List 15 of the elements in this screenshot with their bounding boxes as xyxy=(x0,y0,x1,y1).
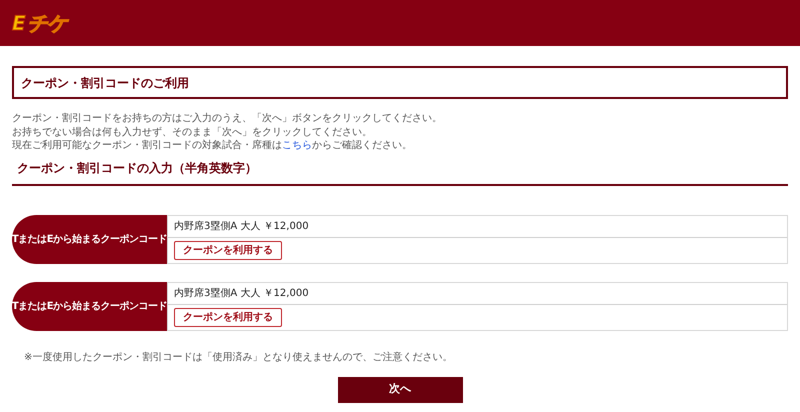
coupon-label: TまたはEから始まるクーポンコード xyxy=(12,214,167,264)
logo[interactable]: Eチケ xyxy=(12,13,68,33)
use-coupon-button[interactable]: クーポンを利用する xyxy=(174,240,282,260)
section-heading: クーポン・割引コードの入力（半角英数字） xyxy=(12,158,788,186)
ticket-info: 内野席3塁側A 大人 ￥12,000 xyxy=(174,220,309,234)
next-button[interactable]: 次へ xyxy=(338,376,462,402)
instruction-text: 現在ご利用可能なクーポン・割引コードの対象試合・席種はこちらからご確認ください。 xyxy=(12,139,413,152)
note-text: ※一度使用したクーポン・割引コードは「使用済み」となり使えませんので、ご注意ください。 xyxy=(24,350,454,364)
ticket-info: 内野席3塁側A 大人 ￥12,000 xyxy=(174,286,309,300)
instruction-text: お持ちでない場合は何も入力せず、そのまま「次へ」をクリックしてください。 xyxy=(12,126,373,139)
use-coupon-button[interactable]: クーポンを利用する xyxy=(174,308,282,326)
link[interactable]: こちら xyxy=(282,140,312,151)
page-title: クーポン・割引コードのご利用 xyxy=(12,66,788,99)
coupon-label: TまたはEから始まるクーポンコード xyxy=(12,282,167,330)
instruction-text: クーポン・割引コードをお持ちの方はご入力のうえ、「次へ」ボタンをクリックしてください。 xyxy=(12,112,443,126)
